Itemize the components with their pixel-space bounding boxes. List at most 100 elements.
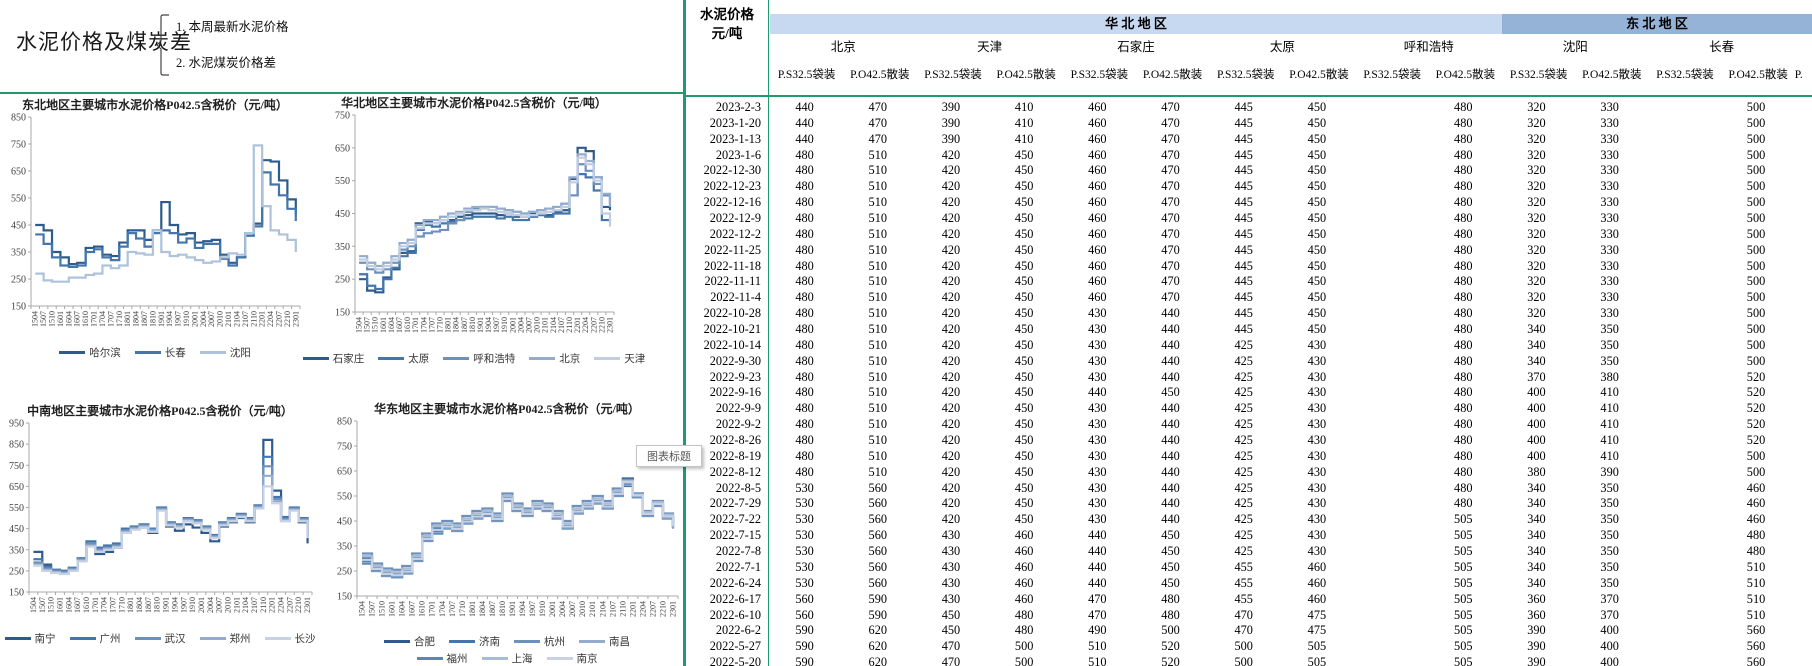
price-cell[interactable]: 390 xyxy=(1573,465,1646,481)
price-cell[interactable]: 455 xyxy=(1207,592,1280,608)
floating-chart-title-box[interactable]: 图表标题 xyxy=(636,445,702,467)
price-cell[interactable] xyxy=(1354,592,1427,608)
price-cell[interactable]: 440 xyxy=(1061,576,1134,592)
price-cell[interactable]: 400 xyxy=(1500,417,1573,433)
price-cell[interactable]: 560 xyxy=(768,592,841,608)
city-header-1[interactable]: 北京 xyxy=(770,38,916,56)
price-cell[interactable]: 505 xyxy=(1427,512,1500,528)
spec-header[interactable]: P.O42.5散装 xyxy=(1282,64,1355,86)
price-cell[interactable]: 390 xyxy=(914,116,987,132)
price-cell[interactable] xyxy=(1354,243,1427,259)
price-cell[interactable]: 445 xyxy=(1207,195,1280,211)
price-cell[interactable]: 460 xyxy=(1719,512,1792,528)
price-cell[interactable]: 420 xyxy=(914,195,987,211)
price-cell[interactable] xyxy=(1646,306,1719,322)
price-cell[interactable]: 440 xyxy=(1134,354,1207,370)
price-cell[interactable] xyxy=(1646,512,1719,528)
price-cell[interactable]: 460 xyxy=(1061,116,1134,132)
price-cell[interactable]: 470 xyxy=(1134,132,1207,148)
city-header-6[interactable]: 沈阳 xyxy=(1502,38,1648,56)
price-cell[interactable]: 350 xyxy=(1573,544,1646,560)
price-cell[interactable]: 505 xyxy=(1427,560,1500,576)
price-cell[interactable]: 460 xyxy=(1061,259,1134,275)
date-cell[interactable]: 2022-10-14 xyxy=(686,338,768,354)
date-cell[interactable]: 2022-5-27 xyxy=(686,639,768,655)
price-cell[interactable]: 505 xyxy=(1427,639,1500,655)
price-cell[interactable] xyxy=(1646,655,1719,666)
price-cell[interactable]: 445 xyxy=(1207,163,1280,179)
date-cell[interactable]: 2022-6-17 xyxy=(686,592,768,608)
date-cell[interactable]: 2022-11-11 xyxy=(686,274,768,290)
spec-header[interactable]: P.O42.5散装 xyxy=(1136,64,1209,86)
price-cell[interactable]: 500 xyxy=(1207,655,1280,666)
price-cell[interactable]: 340 xyxy=(1500,481,1573,497)
price-cell[interactable] xyxy=(1354,290,1427,306)
price-cell[interactable]: 590 xyxy=(768,655,841,666)
price-cell[interactable]: 430 xyxy=(1280,385,1353,401)
price-cell[interactable]: 450 xyxy=(1280,100,1353,116)
price-cell[interactable] xyxy=(1646,370,1719,386)
price-cell[interactable]: 450 xyxy=(988,163,1061,179)
region-header-northeast[interactable]: 东 北 地 区 xyxy=(1502,14,1812,34)
price-cell[interactable]: 460 xyxy=(1280,576,1353,592)
date-cell[interactable]: 2023-1-20 xyxy=(686,116,768,132)
price-cell[interactable]: 510 xyxy=(841,227,914,243)
price-cell[interactable]: 460 xyxy=(1280,592,1353,608)
price-cell[interactable]: 480 xyxy=(1427,322,1500,338)
price-cell[interactable] xyxy=(1354,576,1427,592)
price-cell[interactable]: 450 xyxy=(1280,322,1353,338)
price-cell[interactable]: 500 xyxy=(1719,148,1792,164)
price-cell[interactable]: 470 xyxy=(841,132,914,148)
price-cell[interactable]: 500 xyxy=(1719,100,1792,116)
price-cell[interactable]: 450 xyxy=(1280,195,1353,211)
date-cell[interactable]: 2022-10-28 xyxy=(686,306,768,322)
price-cell[interactable]: 530 xyxy=(768,544,841,560)
price-cell[interactable]: 505 xyxy=(1427,576,1500,592)
price-cell[interactable]: 620 xyxy=(841,623,914,639)
price-cell[interactable]: 480 xyxy=(1427,385,1500,401)
price-cell[interactable]: 470 xyxy=(1134,148,1207,164)
price-cell[interactable]: 450 xyxy=(1280,179,1353,195)
price-cell[interactable]: 520 xyxy=(1134,655,1207,666)
price-cell[interactable]: 340 xyxy=(1500,560,1573,576)
price-cell[interactable]: 480 xyxy=(768,290,841,306)
price-cell[interactable]: 425 xyxy=(1207,465,1280,481)
price-cell[interactable]: 460 xyxy=(1280,560,1353,576)
price-cell[interactable]: 370 xyxy=(1573,608,1646,624)
price-cell[interactable]: 450 xyxy=(1280,211,1353,227)
price-cell[interactable]: 440 xyxy=(1134,322,1207,338)
price-cell[interactable]: 410 xyxy=(988,132,1061,148)
date-cell[interactable]: 2022-12-2 xyxy=(686,227,768,243)
price-cell[interactable]: 330 xyxy=(1573,290,1646,306)
price-cell[interactable]: 510 xyxy=(841,322,914,338)
price-cell[interactable]: 420 xyxy=(914,401,987,417)
date-cell[interactable]: 2022-11-18 xyxy=(686,259,768,275)
price-cell[interactable]: 460 xyxy=(1061,132,1134,148)
price-cell[interactable]: 500 xyxy=(1719,354,1792,370)
price-cell[interactable]: 460 xyxy=(1061,148,1134,164)
price-cell[interactable]: 470 xyxy=(1134,100,1207,116)
price-cell[interactable] xyxy=(1354,433,1427,449)
price-cell[interactable] xyxy=(1354,195,1427,211)
price-cell[interactable]: 480 xyxy=(768,148,841,164)
date-cell[interactable]: 2022-9-16 xyxy=(686,385,768,401)
price-cell[interactable]: 450 xyxy=(988,259,1061,275)
price-cell[interactable] xyxy=(1646,195,1719,211)
chart-east-china-region[interactable]: 华东地区主要城市水泥价格P042.5含税价（元/吨） 1502503504505… xyxy=(330,402,684,666)
price-cell[interactable]: 450 xyxy=(988,322,1061,338)
price-cell[interactable]: 425 xyxy=(1207,481,1280,497)
price-cell[interactable] xyxy=(1646,528,1719,544)
spec-header[interactable]: P.S32.5袋装 xyxy=(1356,64,1429,86)
price-cell[interactable]: 320 xyxy=(1500,259,1573,275)
price-cell[interactable]: 420 xyxy=(914,496,987,512)
date-cell[interactable]: 2022-12-9 xyxy=(686,211,768,227)
price-cell[interactable] xyxy=(1354,259,1427,275)
price-cell[interactable]: 430 xyxy=(1280,496,1353,512)
price-cell[interactable]: 470 xyxy=(914,655,987,666)
price-cell[interactable]: 350 xyxy=(1573,560,1646,576)
price-cell[interactable]: 520 xyxy=(1719,385,1792,401)
city-header-3[interactable]: 石家庄 xyxy=(1063,38,1209,56)
spec-header[interactable]: P.S32.5袋装 xyxy=(770,64,843,86)
price-cell[interactable]: 475 xyxy=(1280,623,1353,639)
price-cell[interactable] xyxy=(1354,211,1427,227)
